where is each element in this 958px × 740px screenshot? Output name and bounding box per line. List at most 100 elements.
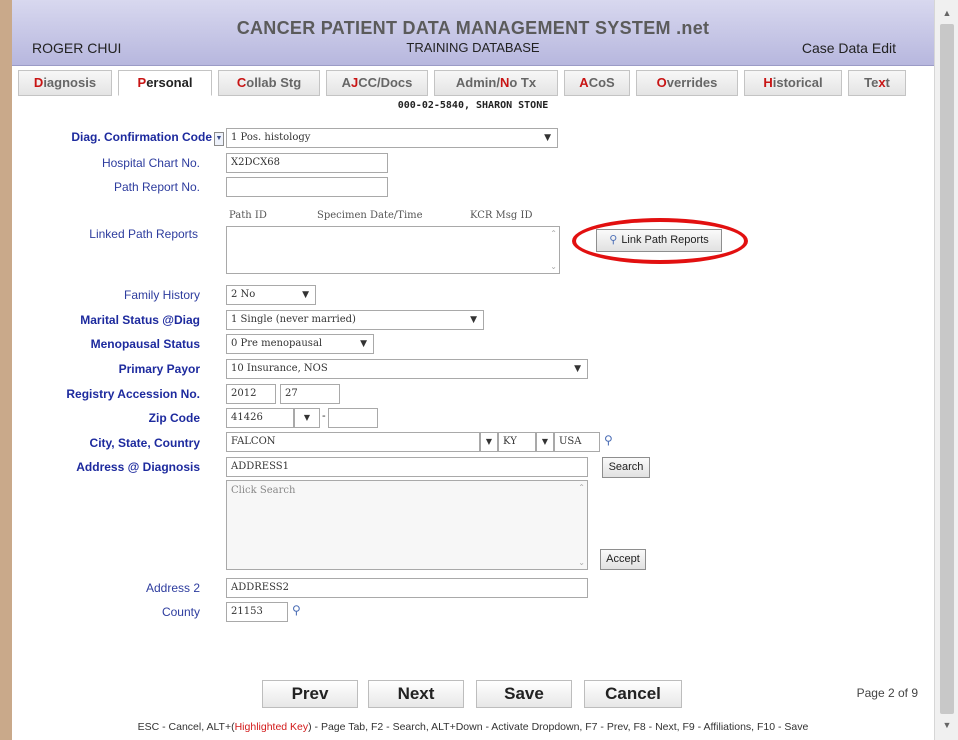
tab-label: ersonal [146,75,193,90]
hospital-chart-label: Hospital Chart No. [101,156,200,170]
prev-button[interactable]: Prev [262,680,358,708]
col-kcr-msg-id: KCR Msg ID [470,210,533,221]
tab-label: istorical [772,75,823,90]
tab-label: t [885,75,890,90]
accession-year-input[interactable]: 2012 [226,384,276,404]
scroll-down-icon[interactable]: ⌄ [578,558,585,567]
linked-path-list[interactable]: ⌃ ⌄ [226,226,560,274]
page-indicator: Page 2 of 9 [856,686,918,700]
address2-label: Address 2 [145,581,200,595]
hotkey-help: ESC - Cancel, ALT+(Highlighted Key) - Pa… [12,721,934,733]
tab-personal[interactable]: Personal [118,70,212,96]
tab-bar: Diagnosis Personal Collab Stg AJCC/Docs … [18,70,928,96]
tab-historical[interactable]: Historical [744,70,842,96]
chevron-down-icon: ▼ [470,315,477,325]
address-results-list[interactable]: Click Search ⌃ ⌄ [226,480,588,570]
tab-label: o Tx [509,75,537,90]
results-placeholder: Click Search [231,485,296,496]
linked-path-label: Linked Path Reports [89,227,198,241]
city-state-label: City, State, Country [89,436,200,450]
tab-overrides[interactable]: Overrides [636,70,738,96]
address-input[interactable]: ADDRESS1 [226,457,588,477]
state-input[interactable]: KY [498,432,536,452]
app-frame: CANCER PATIENT DATA MANAGEMENT SYSTEM .n… [12,0,934,740]
zip-dropdown-icon[interactable]: ▼ [294,408,320,428]
zip-code-label: Zip Code [148,411,200,425]
menopausal-status-label: Menopausal Status [90,337,200,351]
chevron-down-icon: ▼ [302,290,309,300]
next-button[interactable]: Next [368,680,464,708]
scroll-up-icon[interactable]: ▲ [935,4,958,22]
tab-ajcc-docs[interactable]: AJCC/Docs [326,70,428,96]
hospital-chart-input[interactable]: X2DCX68 [226,153,388,173]
address2-input[interactable]: ADDRESS2 [226,578,588,598]
mode-label: Case Data Edit [801,40,896,56]
path-report-input[interactable] [226,177,388,197]
hotkey-text: ) - Page Tab, F2 - Search, ALT+Down - Ac… [308,721,809,733]
zip-separator: - [322,410,326,422]
primary-payor-label: Primary Payor [118,362,200,376]
header-banner: CANCER PATIENT DATA MANAGEMENT SYSTEM .n… [12,0,934,66]
tab-label: verrides [666,75,718,90]
marital-status-label: Marital Status @Diag [80,313,200,327]
chevron-down-icon: ▼ [360,339,367,349]
tab-hotkey: D [33,75,44,90]
dropdown-toggle-icon[interactable]: ▼ [214,132,224,146]
col-specimen-datetime: Specimen Date/Time [317,210,423,221]
hotkey-highlight: Highlighted Key [234,721,309,733]
diag-confirmation-select[interactable]: 1 Pos. histology ▼ [226,128,558,148]
city-input[interactable]: FALCON [226,432,480,452]
tab-label: A [341,75,351,90]
state-dropdown-icon[interactable]: ▼ [536,432,554,452]
zip-extension-input[interactable] [328,408,378,428]
tab-label: Te [864,75,879,90]
tab-label: CoS [588,75,615,90]
tab-text[interactable]: Text [848,70,906,96]
tab-label: iagnosis [43,75,97,90]
country-input[interactable]: USA [554,432,600,452]
tab-collab-stg[interactable]: Collab Stg [218,70,320,96]
chevron-down-icon: ▼ [574,364,581,374]
zip-code-input[interactable]: 41426 [226,408,294,428]
scroll-down-icon[interactable]: ▼ [935,716,958,734]
marital-status-select[interactable]: 1 Single (never married) ▼ [226,310,484,330]
app-title: CANCER PATIENT DATA MANAGEMENT SYSTEM .n… [236,18,710,38]
diag-confirmation-label: Diag. Confirmation Code [71,130,212,144]
menopausal-status-select[interactable]: 0 Pre menopausal ▼ [226,334,374,354]
tab-label: Admin/ [455,75,500,90]
tab-hotkey: A [579,75,589,90]
select-value: 10 Insurance, NOS [231,363,328,374]
scroll-up-icon[interactable]: ⌃ [550,229,557,238]
search-icon[interactable]: ⚲ [604,433,613,447]
search-icon[interactable]: ⚲ [292,603,301,617]
database-name: TRAINING DATABASE [406,40,540,55]
tab-hotkey: P [137,75,147,90]
tab-label: ollab Stg [246,75,302,90]
scroll-down-icon[interactable]: ⌄ [550,262,557,271]
cancel-button[interactable]: Cancel [584,680,682,708]
tab-hotkey: O [656,75,667,90]
county-label: County [161,605,200,619]
address-label: Address @ Diagnosis [76,460,200,474]
family-history-select[interactable]: 2 No ▼ [226,285,316,305]
scroll-up-icon[interactable]: ⌃ [578,483,585,492]
primary-payor-select[interactable]: 10 Insurance, NOS ▼ [226,359,588,379]
page-scrollbar[interactable]: ▲ ▼ [934,0,958,740]
accept-button[interactable]: Accept [600,549,646,570]
tab-diagnosis[interactable]: Diagnosis [18,70,112,96]
tab-hotkey: N [499,75,510,90]
scroll-thumb[interactable] [940,24,954,714]
col-path-id: Path ID [229,210,267,221]
accession-number-input[interactable]: 27 [280,384,340,404]
save-button[interactable]: Save [476,680,572,708]
tab-hotkey: H [763,75,773,90]
tab-admin-no-tx[interactable]: Admin/No Tx [434,70,558,96]
city-dropdown-icon[interactable]: ▼ [480,432,498,452]
tab-acos[interactable]: ACoS [564,70,630,96]
path-report-label: Path Report No. [113,180,200,194]
select-value: 0 Pre menopausal [231,338,323,349]
family-history-label: Family History [123,288,200,302]
highlight-annotation [572,218,748,264]
county-input[interactable]: 21153 [226,602,288,622]
search-button[interactable]: Search [602,457,650,478]
